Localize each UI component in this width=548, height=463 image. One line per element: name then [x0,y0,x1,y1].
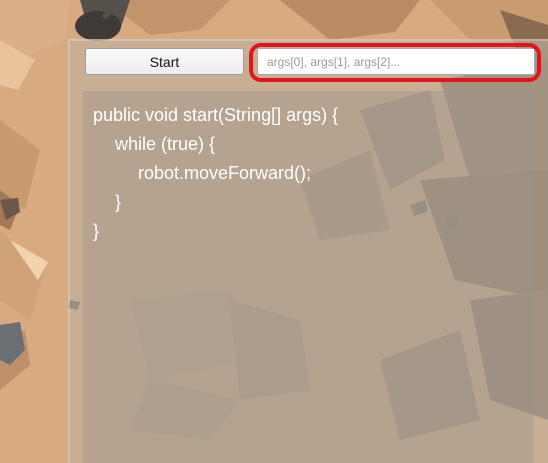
code-editor[interactable]: public void start(String[] args) { while… [83,91,533,463]
code-line: public void start(String[] args) { [93,105,339,125]
game-viewport: Start public void start(String[] args) {… [0,0,548,463]
args-highlight-outline [249,43,541,82]
code-line: while (true) { [115,134,216,154]
code-line: } [93,221,100,241]
start-button[interactable]: Start [85,48,244,75]
code-line: } [115,192,122,212]
code-line: robot.moveForward(); [138,163,312,183]
